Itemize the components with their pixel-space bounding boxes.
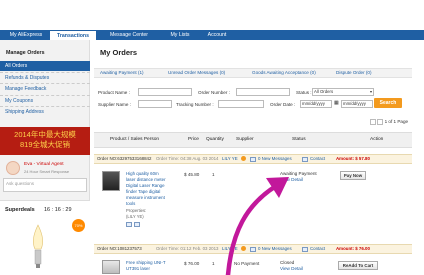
product-properties: Properties: (LILY YE) <box>126 208 146 219</box>
supplier-link[interactable]: LILY YE <box>222 244 238 254</box>
supplier-chat-icon[interactable] <box>241 246 246 251</box>
filter-tab-goods-awaiting[interactable]: Goods Awaiting Acceptance (0) <box>252 70 316 75</box>
column-supplier: Supplier <box>236 137 254 142</box>
order-time: Order Time: 01:12 Feb. 03 2013 <box>156 246 219 251</box>
sidebar-item-refunds-disputes[interactable]: Refunds & Disputes <box>0 72 90 82</box>
share-icon[interactable] <box>134 222 140 227</box>
tab-transactions[interactable]: Transactions <box>50 30 96 40</box>
agent-subtitle: 24 Hour Smart Response <box>24 169 70 174</box>
order-status: Closed <box>280 260 295 265</box>
supplier-link[interactable]: LILY YE <box>222 154 238 164</box>
contact-icon <box>302 157 308 162</box>
product-title-link[interactable]: High quality 60m laser distance meter Di… <box>126 171 184 207</box>
sidebar-item-my-coupons[interactable]: My Coupons <box>0 95 90 105</box>
search-button[interactable]: Search <box>374 98 402 108</box>
pager-label: 1 of 1 Page <box>384 119 409 125</box>
tab-message-center[interactable]: Message Center <box>98 30 160 40</box>
supplier-name-input[interactable] <box>138 100 172 108</box>
tab-my-aliexpress[interactable]: My AliExpress <box>4 30 48 40</box>
product-title-line: UT391 laser <box>126 266 150 271</box>
properties-value: (LILY YE) <box>126 213 144 219</box>
message-icon <box>250 157 256 162</box>
sidebar-item-all-orders[interactable]: All Orders <box>0 61 90 71</box>
superdeals-panel: Superdeals 16 : 16 : 29 70% <box>0 200 90 275</box>
product-price: $ 45.80 <box>184 172 200 177</box>
contact-link[interactable]: Contact <box>310 244 325 254</box>
pager: 1 of 1 Page <box>370 119 408 125</box>
product-name-input[interactable] <box>138 88 192 96</box>
order-time: Order Time: 04:38 Aug. 03 2014 <box>156 156 219 161</box>
status-label: Status : <box>296 90 312 95</box>
order-amount: Amount: $ 57.80 <box>336 156 370 161</box>
snapshot-icon[interactable] <box>126 222 132 227</box>
order-status: Awaiting Payment <box>280 171 317 176</box>
tab-account[interactable]: Account <box>200 30 234 40</box>
product-quantity: 1 <box>212 261 215 266</box>
product-name-label: Product Name : <box>98 90 130 95</box>
prev-page-button[interactable] <box>370 119 376 125</box>
supplier-chat-icon[interactable] <box>241 156 246 161</box>
new-messages-link[interactable]: 0 New Messages <box>258 244 292 254</box>
readd-to-cart-button[interactable]: ReAdd To Cart <box>338 261 378 270</box>
view-detail-link[interactable]: View Detail <box>280 177 303 182</box>
superdeals-timer: 16 : 16 : 29 <box>44 207 72 213</box>
tracking-number-label: Tracking Number : <box>176 102 214 107</box>
promo-line-2: 819全城大促销 <box>19 140 70 149</box>
filter-tab-awaiting-payment[interactable]: Awaiting Payment (1) <box>100 70 144 75</box>
product-title-line: tools <box>126 201 136 206</box>
sidebar-item-shipping-address[interactable]: Shipping Address <box>0 106 90 116</box>
contact-link[interactable]: Contact <box>310 154 325 164</box>
date-from-input[interactable]: mm/dd/yyyy <box>300 100 332 108</box>
superdeals-title: Superdeals <box>5 207 35 213</box>
order-number: Order NO:1081237573 <box>97 246 142 251</box>
column-price: Price <box>188 137 199 142</box>
tracking-number-input[interactable] <box>218 100 264 108</box>
sidebar-item-manage-feedback[interactable]: Manage Feedback <box>0 83 90 93</box>
properties-label: Properties: <box>126 208 147 213</box>
filter-tab-dispute-order[interactable]: Dispute Order (0) <box>336 70 372 75</box>
sidebar-title: Manage Orders <box>6 50 45 56</box>
product-title-link[interactable]: Free shipping UNI-T UT391 laser <box>126 260 184 272</box>
discount-badge: 70% <box>72 219 85 232</box>
promo-banner[interactable]: 2014年中最大规模 819全城大促销 <box>0 127 90 155</box>
product-image[interactable] <box>102 260 120 274</box>
date-to-input[interactable]: mm/dd/yyyy <box>341 100 373 108</box>
page-title: My Orders <box>100 48 138 57</box>
supplier-name-label: Supplier Name : <box>98 102 131 107</box>
order-number-label: Order Number : <box>198 90 230 95</box>
column-product: Product / Sales Person <box>110 137 160 142</box>
agent-name[interactable]: Eva - Virtual Agent <box>24 162 64 167</box>
order-number: Order NO:63297533168842 <box>97 156 152 161</box>
agent-avatar <box>6 161 20 175</box>
promo-line-1: 2014年中最大规模 <box>14 130 76 139</box>
view-detail-link[interactable]: View Detail <box>280 266 303 271</box>
chevron-down-icon: ▾ <box>369 89 372 94</box>
column-quantity: Quantity <box>206 137 224 142</box>
calendar-icon[interactable]: ▦ <box>334 100 339 106</box>
payment-status: No Payment <box>234 261 260 266</box>
column-status: Status <box>292 137 306 142</box>
status-select-value: All Orders <box>314 89 334 94</box>
product-quantity: 1 <box>212 172 215 177</box>
led-bulb-image[interactable] <box>30 223 46 273</box>
status-select[interactable]: All Orders ▾ <box>312 88 374 96</box>
new-messages-link[interactable]: 0 New Messages <box>258 154 292 164</box>
order-date-label: Order Date : <box>270 102 296 107</box>
ask-questions-input[interactable]: Ask questions <box>3 178 87 192</box>
contact-icon <box>302 247 308 252</box>
product-image[interactable] <box>102 171 120 191</box>
next-page-button[interactable] <box>377 119 384 125</box>
order-number-input[interactable] <box>236 88 290 96</box>
filter-tab-unread-messages[interactable]: Unread Order Messages (0) <box>168 70 225 75</box>
message-icon <box>250 247 256 252</box>
main-content: My Orders Awaiting Payment (1) Unread Or… <box>94 40 424 275</box>
tab-my-lists[interactable]: My Lists <box>162 30 198 40</box>
column-action: Action <box>370 137 384 142</box>
product-price: $ 76.00 <box>184 261 200 266</box>
pay-now-button[interactable]: Pay Now <box>340 171 366 180</box>
order-amount: Amount: $ 76.00 <box>336 246 370 251</box>
